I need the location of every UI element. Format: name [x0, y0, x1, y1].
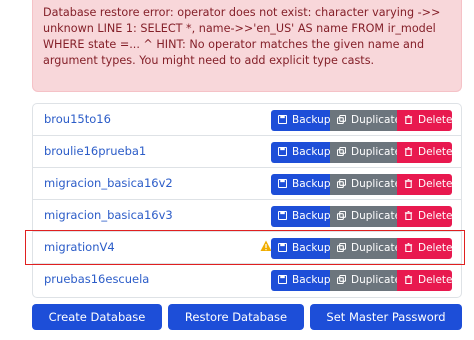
duplicate-button[interactable]: Duplicate — [330, 142, 401, 163]
delete-label: Delete — [418, 242, 453, 254]
database-name-link[interactable]: migracion_basica16v2 — [44, 176, 173, 190]
save-icon — [278, 115, 287, 124]
delete-label: Delete — [418, 146, 453, 158]
database-row: migracion_basica16v2 Backup Duplicate De… — [33, 168, 461, 200]
delete-label: Delete — [418, 114, 453, 126]
trash-icon — [404, 115, 413, 124]
database-list: brou15to16 Backup Duplicate Delete broul… — [32, 103, 462, 298]
backup-label: Backup — [292, 114, 331, 126]
backup-label: Backup — [292, 210, 331, 222]
delete-button[interactable]: Delete — [397, 110, 453, 131]
database-name-link[interactable]: migracion_basica16v3 — [44, 208, 173, 222]
delete-button[interactable]: Delete — [397, 270, 453, 291]
trash-icon — [404, 179, 413, 188]
save-icon — [278, 243, 287, 252]
database-row: brou15to16 Backup Duplicate Delete — [33, 104, 461, 136]
save-icon — [278, 179, 287, 188]
save-icon — [278, 147, 287, 156]
trash-icon — [404, 275, 413, 284]
delete-button[interactable]: Delete — [397, 238, 453, 259]
delete-label: Delete — [418, 178, 453, 190]
database-name-link[interactable]: pruebas16escuela — [44, 272, 149, 286]
duplicate-label: Duplicate — [351, 114, 402, 126]
trash-icon — [404, 211, 413, 220]
delete-label: Delete — [418, 274, 453, 286]
copy-icon — [337, 115, 346, 124]
backup-button[interactable]: Backup — [271, 270, 331, 291]
database-name-link[interactable]: brou15to16 — [44, 112, 111, 126]
backup-label: Backup — [292, 242, 331, 254]
error-alert: Database restore error: operator does no… — [32, 0, 462, 92]
backup-label: Backup — [292, 178, 331, 190]
delete-button[interactable]: Delete — [397, 142, 453, 163]
duplicate-button[interactable]: Duplicate — [330, 238, 401, 259]
copy-icon — [337, 275, 346, 284]
duplicate-label: Duplicate — [351, 274, 402, 286]
database-row: broulie16prueba1 Backup Duplicate Delete — [33, 136, 461, 168]
set-master-password-button[interactable]: Set Master Password — [310, 304, 462, 330]
database-row: pruebas16escuela Backup Duplicate Delete — [33, 264, 461, 296]
database-name-link[interactable]: migrationV4 — [44, 240, 115, 254]
delete-button[interactable]: Delete — [397, 174, 453, 195]
database-name-link[interactable]: broulie16prueba1 — [44, 144, 146, 158]
backup-button[interactable]: Backup — [271, 206, 331, 227]
copy-icon — [337, 243, 346, 252]
database-row: migrationV4 Backup Duplicate Delete — [33, 232, 461, 264]
duplicate-label: Duplicate — [351, 210, 402, 222]
save-icon — [278, 211, 287, 220]
create-database-button[interactable]: Create Database — [32, 304, 162, 330]
duplicate-button[interactable]: Duplicate — [330, 206, 401, 227]
backup-button[interactable]: Backup — [271, 238, 331, 259]
duplicate-button[interactable]: Duplicate — [330, 174, 401, 195]
backup-button[interactable]: Backup — [271, 174, 331, 195]
backup-button[interactable]: Backup — [271, 142, 331, 163]
delete-button[interactable]: Delete — [397, 206, 453, 227]
error-message: Database restore error: operator does no… — [43, 6, 441, 67]
trash-icon — [404, 243, 413, 252]
duplicate-button[interactable]: Duplicate — [330, 110, 401, 131]
backup-label: Backup — [292, 146, 331, 158]
backup-label: Backup — [292, 274, 331, 286]
delete-label: Delete — [418, 210, 453, 222]
save-icon — [278, 275, 287, 284]
copy-icon — [337, 211, 346, 220]
database-row: migracion_basica16v3 Backup Duplicate De… — [33, 200, 461, 232]
duplicate-label: Duplicate — [351, 146, 402, 158]
duplicate-label: Duplicate — [351, 242, 402, 254]
trash-icon — [404, 147, 413, 156]
copy-icon — [337, 179, 346, 188]
restore-database-button[interactable]: Restore Database — [168, 304, 304, 330]
copy-icon — [337, 147, 346, 156]
backup-button[interactable]: Backup — [271, 110, 331, 131]
duplicate-label: Duplicate — [351, 178, 402, 190]
duplicate-button[interactable]: Duplicate — [330, 270, 401, 291]
